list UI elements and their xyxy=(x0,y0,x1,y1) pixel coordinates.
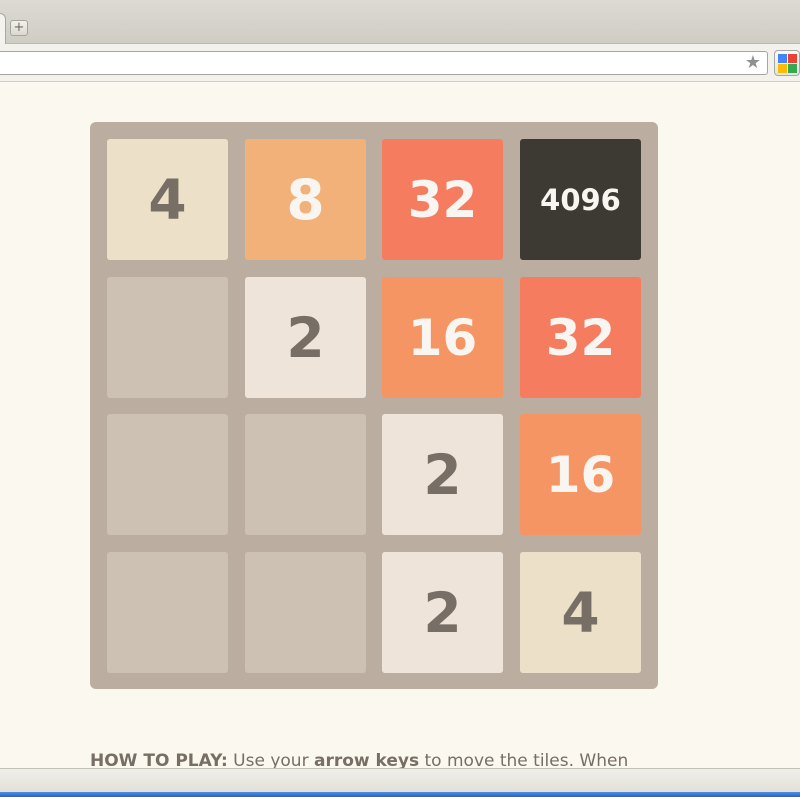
tab-strip: + xyxy=(0,0,800,45)
tile-4: 4 xyxy=(107,139,228,260)
grid-cell xyxy=(107,277,228,398)
extension-quadrant xyxy=(778,64,787,73)
browser-tab[interactable] xyxy=(0,13,6,45)
new-tab-button[interactable]: + xyxy=(10,20,28,36)
tile-32: 32 xyxy=(382,139,503,260)
grid-cell xyxy=(245,552,366,673)
extension-quadrant xyxy=(788,54,797,63)
grid-cell xyxy=(245,414,366,535)
browser-toolbar: ★ xyxy=(0,44,800,82)
plus-icon: + xyxy=(13,20,25,35)
os-taskbar xyxy=(0,792,800,797)
tile-16: 16 xyxy=(382,277,503,398)
game-board[interactable]: 4 8 32 4096 2 16 32 2 16 2 4 xyxy=(90,122,658,689)
google-extension-icon[interactable] xyxy=(774,50,800,76)
extension-quadrant xyxy=(778,54,787,63)
tile-4096: 4096 xyxy=(520,139,641,260)
tile-4: 4 xyxy=(520,552,641,673)
tile-32: 32 xyxy=(520,277,641,398)
browser-status-bar xyxy=(0,768,800,792)
grid-cell xyxy=(107,414,228,535)
bookmark-star-icon[interactable]: ★ xyxy=(745,53,761,73)
tile-2: 2 xyxy=(245,277,366,398)
address-bar[interactable]: ★ xyxy=(0,51,768,75)
tile-2: 2 xyxy=(382,552,503,673)
grid-cell xyxy=(107,552,228,673)
tile-8: 8 xyxy=(245,139,366,260)
extension-quadrant xyxy=(788,64,797,73)
tile-2: 2 xyxy=(382,414,503,535)
tile-16: 16 xyxy=(520,414,641,535)
